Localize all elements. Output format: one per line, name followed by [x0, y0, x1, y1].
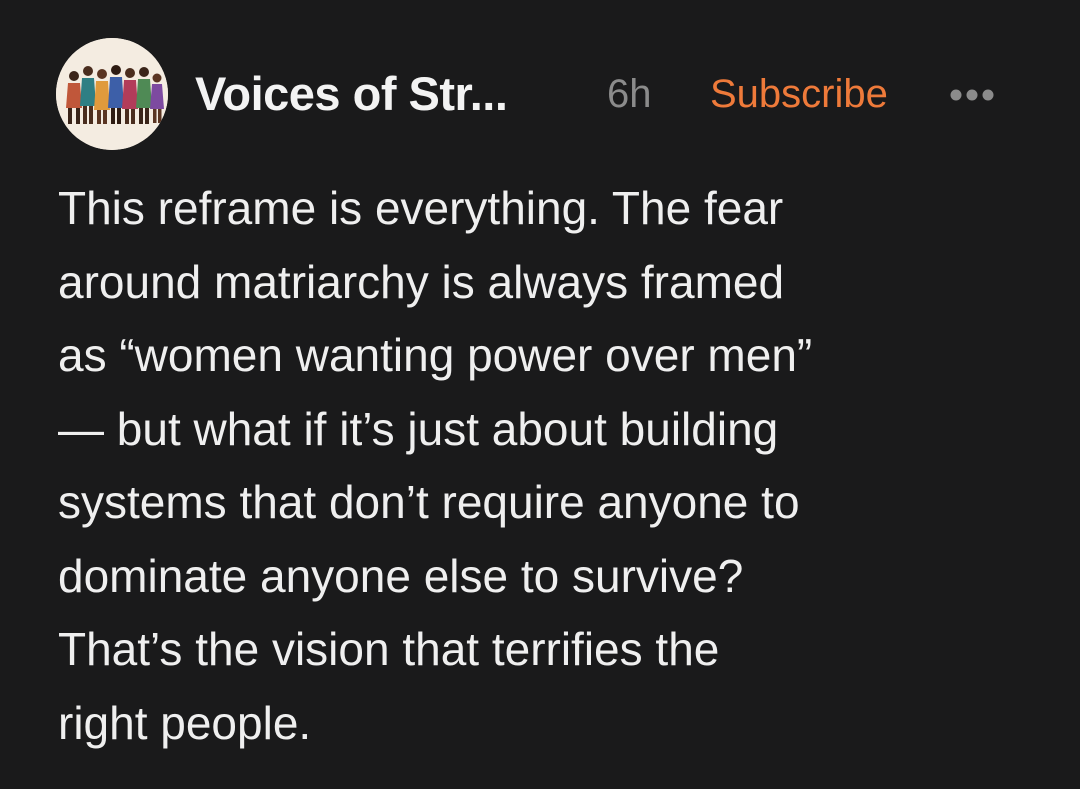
comment-line: This reframe is everything. The fear [58, 182, 784, 234]
comment-line: systems that don’t require anyone to [58, 476, 800, 528]
author-avatar[interactable] [56, 38, 168, 150]
comment-line: around matriarchy is always framed [58, 255, 785, 308]
ellipsis-icon[interactable] [949, 88, 995, 102]
comment-line: right people. [58, 696, 312, 749]
post-timestamp: 6h [607, 72, 652, 116]
group-of-women-icon [56, 38, 168, 150]
author-name[interactable]: Voices of Str... [195, 66, 508, 121]
comment-line: dominate anyone else to survive? [58, 549, 744, 602]
subscribe-button[interactable]: Subscribe [710, 72, 888, 117]
comment-body: This reframe is everything. The fear aro… [58, 172, 1048, 760]
comment-line: That’s the vision that terrifies the [58, 623, 720, 675]
comment-line: — but what if it’s just about building [58, 402, 779, 455]
comment-header: Voices of Str... 6h Subscribe [56, 38, 1036, 150]
comment-line: as “women wanting power over men” [58, 329, 813, 381]
